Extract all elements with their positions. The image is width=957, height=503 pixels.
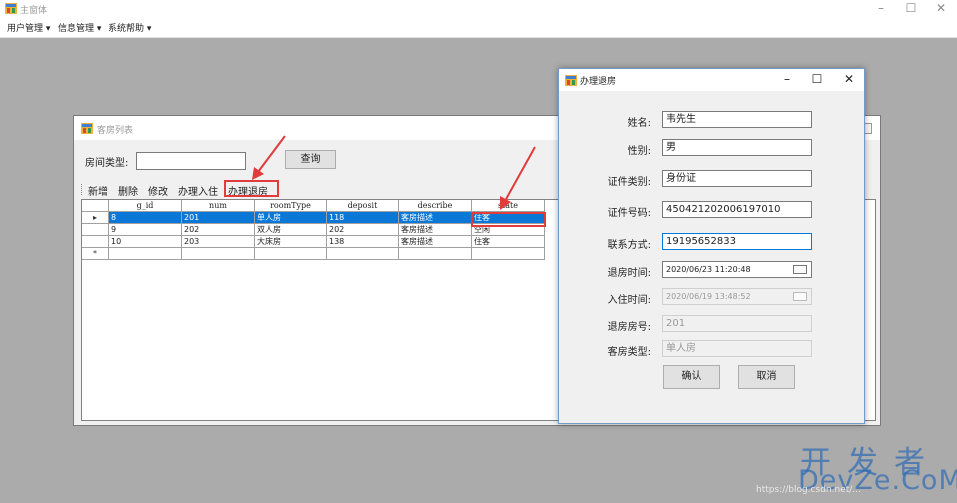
table-cell[interactable]: 201 (182, 212, 255, 224)
table-cell[interactable] (472, 248, 545, 260)
table-cell[interactable] (109, 248, 182, 260)
state-highlight-box (471, 212, 546, 227)
table-cell[interactable] (255, 248, 327, 260)
calendar-dropdown-icon (793, 292, 807, 301)
app-icon (5, 3, 17, 14)
table-cell[interactable]: 118 (327, 212, 399, 224)
confirm-button[interactable]: 确认 (663, 365, 720, 389)
id-type-field[interactable]: 身份证 (662, 170, 812, 187)
dialog-minimize-button[interactable]: – (775, 71, 799, 89)
table-cell[interactable]: 大床房 (255, 236, 327, 248)
table-cell[interactable]: 138 (327, 236, 399, 248)
query-button[interactable]: 查询 (285, 150, 336, 169)
room-list-title: 客房列表 (97, 126, 134, 136)
cancel-button[interactable]: 取消 (738, 365, 795, 389)
column-header-describe[interactable]: describe (399, 200, 472, 212)
add-button[interactable]: 新增 (88, 183, 108, 198)
table-cell[interactable]: 单人房 (255, 212, 327, 224)
id-number-label: 证件号码: (607, 208, 651, 219)
table-cell[interactable]: 住客 (472, 236, 545, 248)
close-button[interactable]: ✕ (926, 0, 956, 18)
phone-field[interactable]: 19195652833 (662, 233, 812, 250)
table-cell[interactable]: 双人房 (255, 224, 327, 236)
id-number-field[interactable]: 450421202006197010 (662, 201, 812, 218)
delete-button[interactable]: 删除 (118, 183, 138, 198)
checkout-highlight-box (224, 180, 279, 197)
room-type-field: 单人房 (662, 340, 812, 357)
minimize-button[interactable]: – (866, 0, 896, 18)
row-header-new[interactable]: * (82, 248, 109, 260)
checkin-time-value: 2020/06/19 13:48:52 (666, 292, 751, 301)
column-header-g-id[interactable]: g_id (109, 200, 182, 212)
table-cell[interactable]: 202 (327, 224, 399, 236)
menu-user-management[interactable]: 用户管理 ▾ (7, 21, 50, 34)
toolstrip-grip (81, 184, 83, 195)
room-type-label: 房间类型: (85, 158, 129, 169)
dialog-close-button[interactable]: ✕ (837, 71, 861, 89)
room-number-label: 退房房号: (607, 322, 651, 333)
gender-label: 性别: (627, 146, 651, 157)
column-header-roomtype[interactable]: roomType (255, 200, 327, 212)
checkin-button[interactable]: 办理入住 (178, 183, 218, 198)
table-cell[interactable]: 客房描述 (399, 236, 472, 248)
maximize-button[interactable]: ☐ (896, 0, 926, 18)
menu-system-help[interactable]: 系统帮助 ▾ (108, 21, 151, 34)
row-header[interactable] (82, 236, 109, 248)
table-cell[interactable] (327, 248, 399, 260)
calendar-dropdown-icon[interactable] (793, 265, 807, 274)
app-icon (565, 75, 577, 86)
checkin-time-label: 入住时间: (607, 295, 651, 306)
main-window-title: 主窗体 (20, 6, 48, 16)
column-header-state[interactable]: state (472, 200, 545, 212)
app-icon (81, 123, 93, 134)
table-cell[interactable]: 10 (109, 236, 182, 248)
room-type-label: 客房类型: (607, 347, 651, 358)
checkout-time-picker[interactable]: 2020/06/23 11:20:48 (662, 261, 812, 278)
main-title-bar: 主窗体 – ☐ ✕ (0, 0, 957, 18)
column-header-num[interactable]: num (182, 200, 255, 212)
dialog-maximize-button[interactable]: ☐ (805, 71, 829, 89)
grid-corner-header (82, 200, 109, 212)
table-cell[interactable]: 9 (109, 224, 182, 236)
table-cell[interactable]: 客房描述 (399, 224, 472, 236)
name-field[interactable]: 韦先生 (662, 111, 812, 128)
checkout-time-value: 2020/06/23 11:20:48 (666, 265, 751, 274)
table-cell[interactable]: 203 (182, 236, 255, 248)
gender-field[interactable]: 男 (662, 139, 812, 156)
menu-info-management[interactable]: 信息管理 ▾ (58, 21, 101, 34)
checkout-time-label: 退房时间: (607, 268, 651, 279)
menu-bar: 用户管理 ▾ 信息管理 ▾ 系统帮助 ▾ (0, 18, 957, 38)
phone-label: 联系方式: (607, 240, 651, 251)
name-label: 姓名: (627, 118, 651, 129)
table-cell[interactable] (182, 248, 255, 260)
dialog-title: 办理退房 (580, 77, 617, 87)
table-cell[interactable]: 202 (182, 224, 255, 236)
column-header-deposit[interactable]: deposit (327, 200, 399, 212)
table-cell[interactable]: 8 (109, 212, 182, 224)
checkout-dialog: 办理退房 – ☐ ✕ 姓名: 韦先生 性别: 男 证件类别: 身份证 证件号码:… (558, 68, 865, 424)
room-number-field: 201 (662, 315, 812, 332)
checkin-time-picker: 2020/06/19 13:48:52 (662, 288, 812, 305)
watermark-url: https://blog.csdn.net/... (756, 485, 861, 495)
table-cell[interactable]: 客房描述 (399, 212, 472, 224)
id-type-label: 证件类别: (607, 177, 651, 188)
room-type-input[interactable] (136, 152, 246, 170)
table-cell[interactable] (399, 248, 472, 260)
row-header-current[interactable]: ▸ (82, 212, 109, 224)
edit-button[interactable]: 修改 (148, 183, 168, 198)
row-header[interactable] (82, 224, 109, 236)
dialog-title-bar: 办理退房 – ☐ ✕ (559, 69, 864, 91)
